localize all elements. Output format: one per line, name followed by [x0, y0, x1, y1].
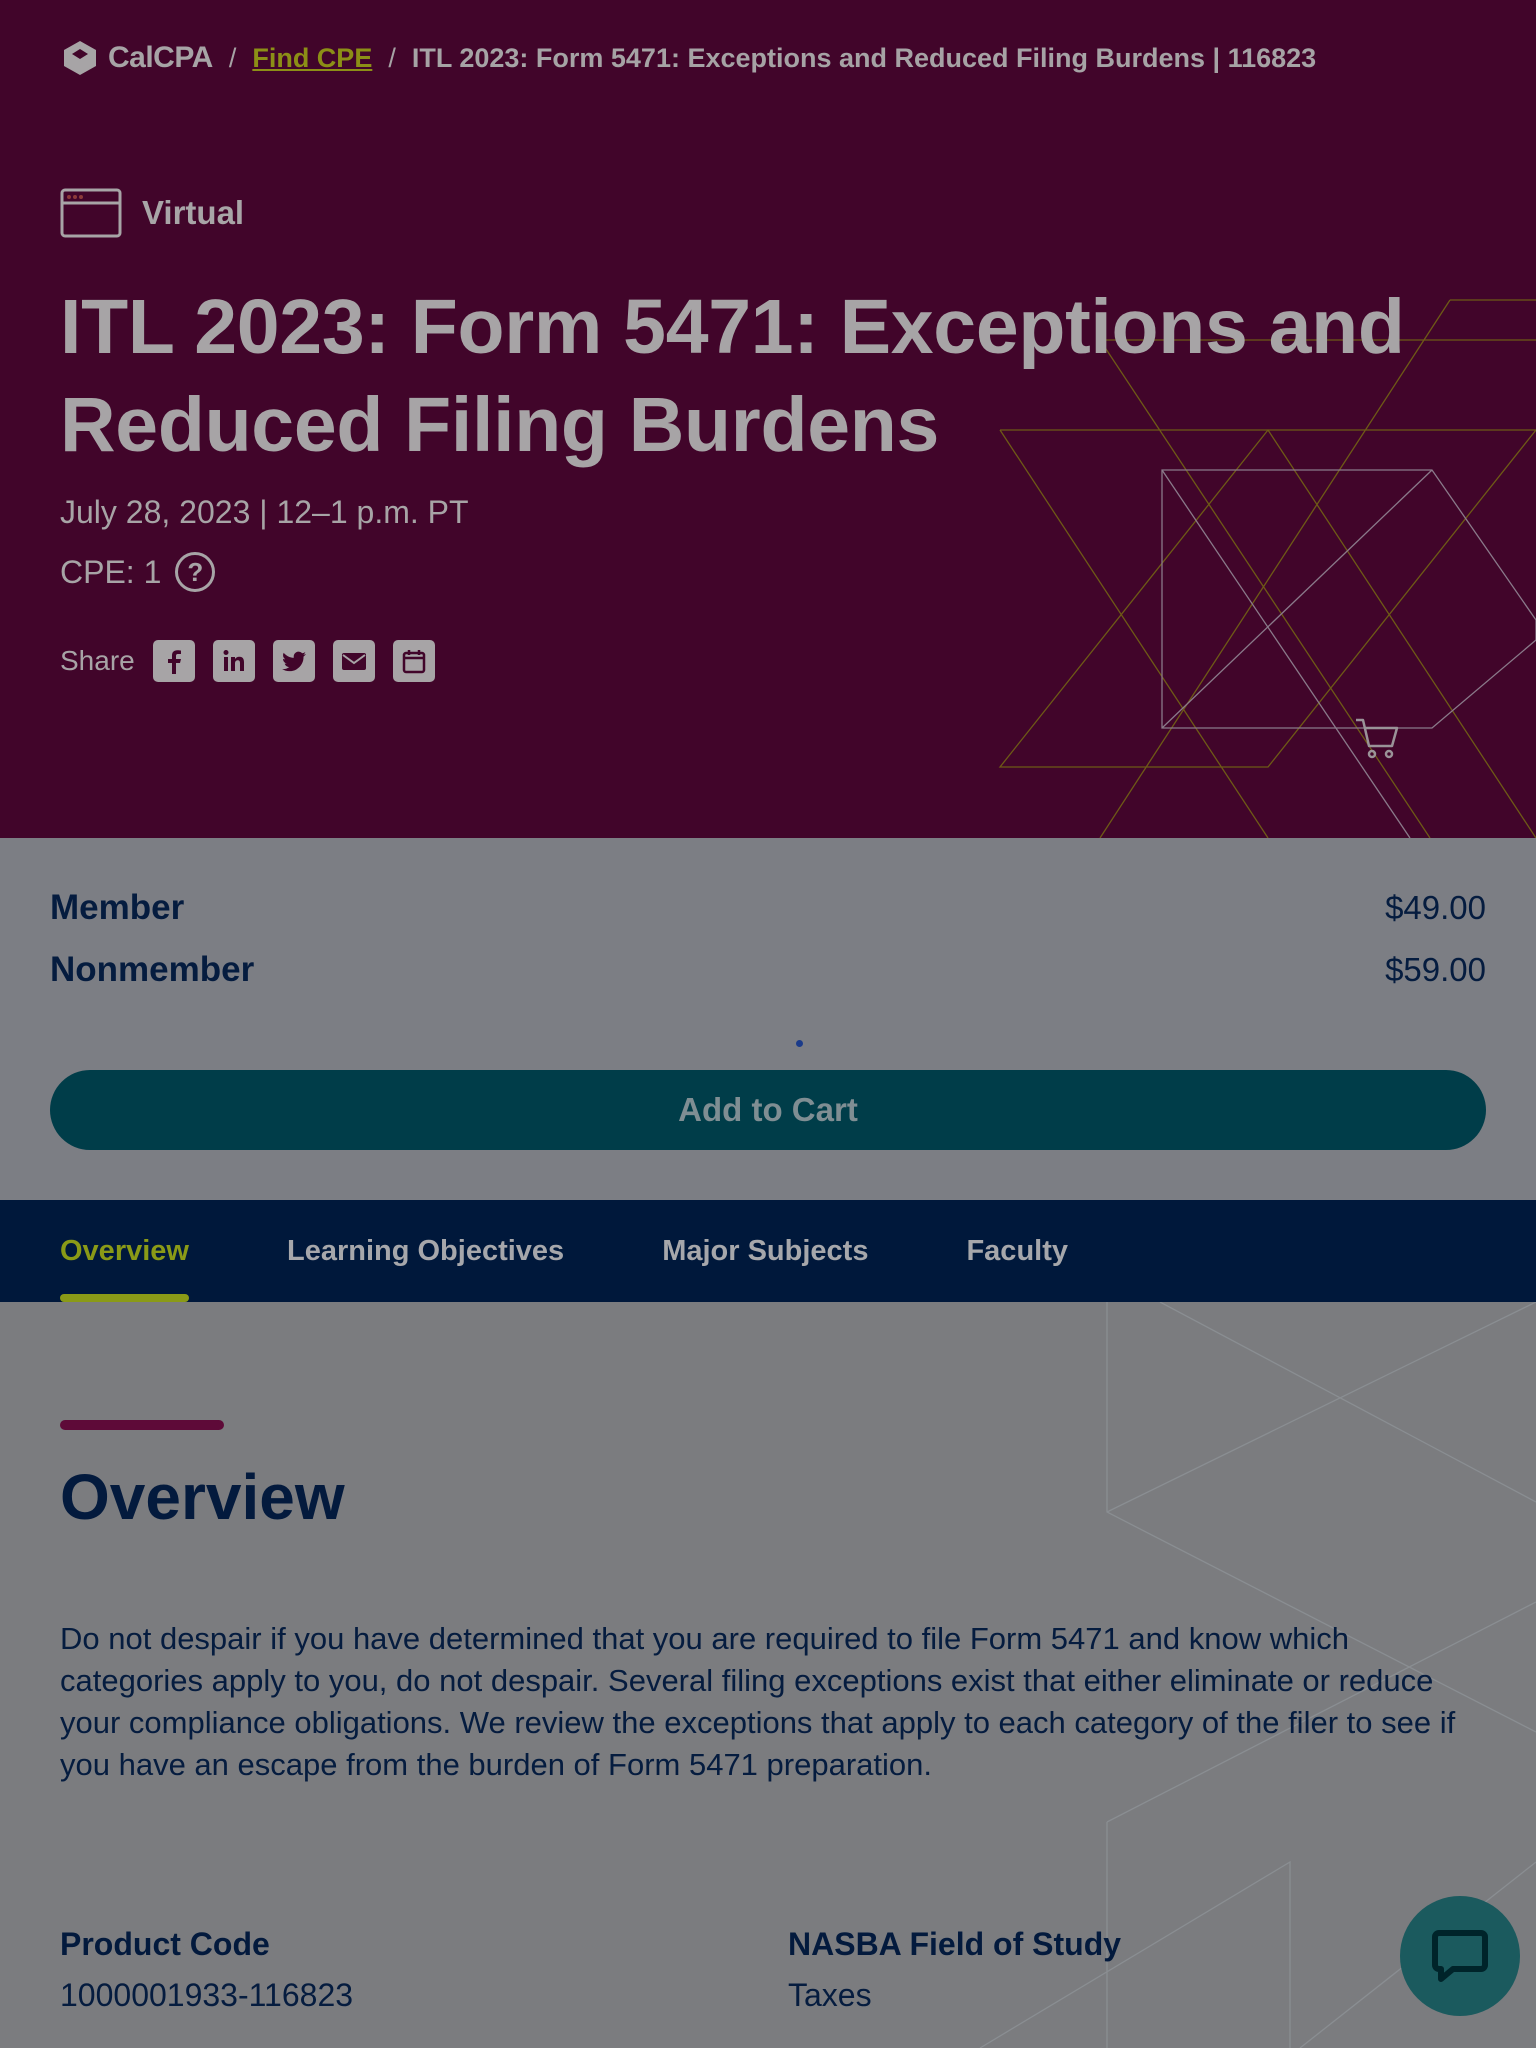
breadcrumb-current: ITL 2023: Form 5471: Exceptions and Redu… — [411, 42, 1317, 73]
facebook-icon[interactable] — [152, 640, 195, 682]
chat-bubble-icon — [1432, 1930, 1488, 1982]
tab-learning-objectives[interactable]: Learning Objectives — [287, 1200, 564, 1302]
event-date: July 28, 2023 | 12–1 p.m. PT — [60, 494, 469, 530]
twitter-icon[interactable] — [272, 640, 315, 682]
section-tabs: Overview Learning Objectives Major Subje… — [0, 1200, 1536, 1302]
overview-heading: Overview — [60, 1461, 345, 1533]
breadcrumb: CalCPA / Find CPE / ITL 2023: Form 5471:… — [60, 38, 1316, 78]
calcpa-logo-icon — [64, 41, 96, 75]
price-label: Nonmember — [50, 950, 255, 989]
section-accent-bar — [60, 1420, 224, 1430]
loading-indicator — [796, 1040, 803, 1047]
calendar-icon[interactable] — [392, 640, 435, 682]
event-format: Virtual — [60, 188, 244, 238]
overview-section: Overview Do not despair if you have dete… — [0, 1302, 1536, 2048]
overview-description: Do not despair if you have determined th… — [60, 1621, 1456, 1782]
tab-major-subjects[interactable]: Major Subjects — [662, 1200, 868, 1302]
linkedin-icon[interactable] — [212, 640, 255, 682]
field-of-study-block: NASBA Field of Study Taxes — [788, 1926, 1121, 2014]
help-icon[interactable]: ? — [175, 552, 216, 592]
add-to-cart-button[interactable]: Add to Cart — [50, 1070, 1486, 1150]
product-code-block: Product Code 1000001933-116823 — [60, 1926, 353, 2014]
cpe-credits: CPE: 1 ? — [60, 552, 216, 592]
price-label: Member — [50, 888, 185, 927]
chat-button[interactable] — [1400, 1896, 1520, 2016]
page-title: ITL 2023: Form 5471: Exceptions and Redu… — [60, 284, 1405, 468]
cpe-label: CPE: 1 — [60, 553, 162, 590]
share-label: Share — [60, 645, 135, 676]
tab-faculty[interactable]: Faculty — [966, 1200, 1068, 1302]
breadcrumb-separator: / — [228, 42, 237, 73]
field-of-study-value: Taxes — [788, 1977, 872, 2013]
price-value: $49.00 — [1385, 889, 1486, 926]
breadcrumb-separator: / — [388, 42, 396, 73]
breadcrumb-link-find-cpe[interactable]: Find CPE — [252, 43, 372, 74]
price-row-nonmember: Nonmember $59.00 — [50, 950, 1486, 990]
product-code-label: Product Code — [60, 1926, 270, 1962]
hero-banner: CalCPA / Find CPE / ITL 2023: Form 5471:… — [0, 0, 1536, 838]
calcpa-logo[interactable]: CalCPA — [60, 38, 213, 78]
share-bar: Share — [60, 640, 453, 682]
price-row-member: Member $49.00 — [50, 888, 1486, 928]
price-value: $59.00 — [1385, 951, 1486, 988]
virtual-browser-icon — [60, 188, 122, 238]
cart-icon[interactable] — [1354, 716, 1400, 760]
format-label: Virtual — [142, 194, 245, 231]
email-icon[interactable] — [332, 640, 375, 682]
logo-text: CalCPA — [108, 41, 213, 74]
product-code-value: 1000001933-116823 — [60, 1977, 354, 2013]
field-of-study-label: NASBA Field of Study — [788, 1926, 1122, 1962]
tab-overview[interactable]: Overview — [60, 1200, 189, 1302]
